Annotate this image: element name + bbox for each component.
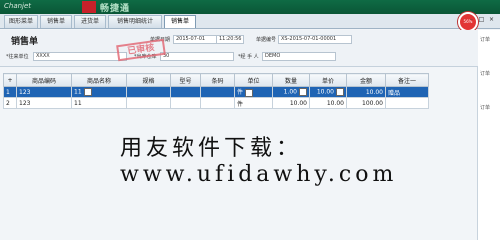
window-controls: - □ × [466,14,500,28]
name-value: 11 [74,88,82,96]
table-row[interactable]: 2 123 11 件 10.00 10.00 100.00 [3,97,429,109]
tab-graphic-menu[interactable]: 图形菜单 [4,15,38,28]
barcode-cell[interactable] [200,86,235,98]
spec-cell[interactable] [126,86,171,98]
unit-value: 件 [237,89,244,97]
tab-sales-stats[interactable]: 销售明细统计 [108,15,162,28]
watermark-text: 用友软件下载：www.ufidawhy.com [120,136,398,187]
qty-cell[interactable]: 1.00 [272,86,310,98]
handler-label: *经 手 人 [238,54,259,60]
qty-value: 1.00 [283,88,297,96]
name-cell[interactable]: 11 [71,97,127,109]
code-cell[interactable]: 123 [16,97,72,109]
column-header[interactable]: 型号 [170,73,201,87]
app-header: Chanjet 畅捷通 [0,0,500,14]
price-value: 10.00 [316,88,334,96]
column-header[interactable]: 金额 [346,73,386,87]
name-cell[interactable]: 11 [71,86,127,98]
order-grid: + 商品编码 商品名称 规格 型号 条码 单位 数量 单价 金额 备注一 1 1… [3,73,429,109]
column-header[interactable]: 商品编码 [16,73,72,87]
model-cell[interactable] [170,86,201,98]
minimize-icon[interactable]: - [468,16,475,23]
column-header[interactable]: 条码 [200,73,235,87]
tab-purchase-order[interactable]: 进货单 [74,15,106,28]
time-field[interactable]: 11:20:56 [216,35,244,44]
column-header[interactable]: 单价 [309,73,347,87]
tab-bar: 图形菜单 销售单 进货单 销售明细统计 销售单 [0,14,500,29]
restore-icon[interactable]: □ [478,16,485,23]
lookup-icon[interactable] [336,88,344,96]
code-cell[interactable]: 123 [16,86,72,98]
column-header[interactable]: 备注一 [385,73,429,87]
date-field[interactable]: 2015-07-01 [173,35,217,44]
column-header[interactable]: 商品名称 [71,73,127,87]
amount-cell[interactable]: 100.00 [346,97,386,109]
sidebar-item[interactable]: 订单 [480,70,490,77]
note-cell[interactable]: 赠品 [385,86,429,98]
handler-field[interactable]: DEMO [262,52,336,61]
tab-sales-order[interactable]: 销售单 [40,15,72,28]
brand-name: Chanjet [4,2,32,10]
warehouse-field[interactable]: 30 [160,52,234,61]
lookup-icon[interactable] [245,88,254,97]
order-form: 销售单 单据日期 2015-07-01 11:20:56 单据编号 XS-201… [0,30,478,67]
brand-logo-icon [82,1,96,13]
docno-label: 单据编号 [256,37,277,43]
page-title: 销售单 [11,37,39,47]
row-number: 1 [3,86,17,98]
spec-cell[interactable] [126,97,171,109]
lookup-icon[interactable] [83,88,92,96]
model-cell[interactable] [170,97,201,109]
sidebar-item[interactable]: 订单 [480,104,490,111]
price-cell[interactable]: 10.00 [309,97,347,109]
row-number: 2 [3,97,17,109]
lookup-icon[interactable] [299,88,307,96]
customer-field[interactable]: XXXX [33,52,127,61]
column-header[interactable]: 规格 [126,73,171,87]
note-cell[interactable] [385,97,429,109]
customer-label: *往来单位 [6,54,29,60]
unit-cell[interactable]: 件 [234,86,273,98]
table-row[interactable]: 1 123 11 件 1.00 10.00 10.00 赠品 [3,86,429,98]
amount-cell[interactable]: 10.00 [346,86,386,98]
app-title: 畅捷通 [100,4,131,14]
qty-cell[interactable]: 10.00 [272,97,310,109]
column-header[interactable]: 单位 [234,73,273,87]
barcode-cell[interactable] [200,97,235,109]
tab-sales-active[interactable]: 销售单 [164,15,196,28]
sidebar-item[interactable]: 订单 [480,36,490,43]
add-row-button[interactable]: + [3,73,17,87]
grid-header: + 商品编码 商品名称 规格 型号 条码 单位 数量 单价 金额 备注一 [3,73,429,87]
docno-field[interactable]: XS-2015-07-01-00001 [278,35,352,44]
column-header[interactable]: 数量 [272,73,310,87]
unit-cell[interactable]: 件 [234,97,273,109]
price-cell[interactable]: 10.00 [309,86,347,98]
close-icon[interactable]: × [488,16,495,23]
